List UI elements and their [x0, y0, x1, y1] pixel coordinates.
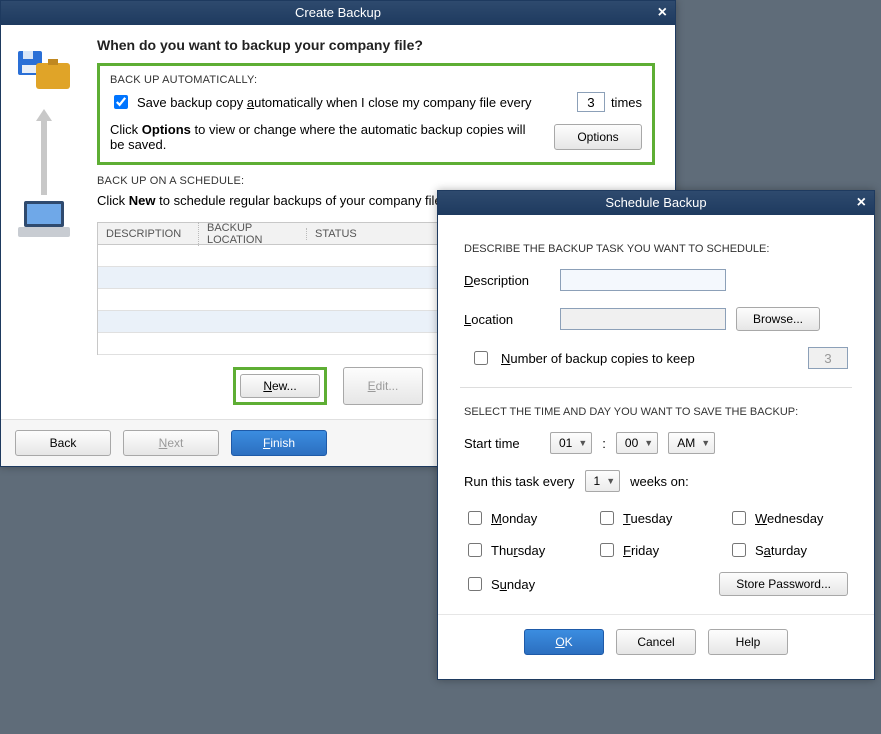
finish-button[interactable]: Finish	[231, 430, 327, 456]
time-section-title: SELECT THE TIME AND DAY YOU WANT TO SAVE…	[464, 406, 848, 418]
day-friday[interactable]: Friday	[596, 540, 714, 560]
schedule-section-label: BACK UP ON A SCHEDULE:	[97, 175, 655, 187]
create-backup-title: Create Backup	[295, 5, 381, 20]
close-icon[interactable]: ×	[857, 191, 866, 215]
start-time-label: Start time	[464, 436, 540, 451]
ampm-select[interactable]: AM▼	[668, 432, 715, 454]
ok-button[interactable]: OK	[524, 629, 604, 655]
chevron-down-icon: ▼	[606, 476, 615, 486]
options-button[interactable]: Options	[554, 124, 642, 150]
minute-select[interactable]: 00▼	[616, 432, 658, 454]
day-monday[interactable]: Monday	[464, 508, 582, 528]
day-wednesday[interactable]: Wednesday	[728, 508, 848, 528]
col-location: BACKUP LOCATION	[198, 222, 306, 246]
col-description: DESCRIPTION	[98, 228, 198, 240]
location-label: Location	[464, 312, 550, 327]
run-task-label: Run this task every	[464, 474, 575, 489]
describe-section-title: DESCRIBE THE BACKUP TASK YOU WANT TO SCH…	[464, 243, 848, 255]
num-copies-label: Number of backup copies to keep	[501, 351, 695, 366]
num-copies-input	[808, 347, 848, 369]
description-input[interactable]	[560, 269, 726, 291]
store-password-button[interactable]: Store Password...	[719, 572, 848, 596]
day-thursday[interactable]: Thursday	[464, 540, 582, 560]
chevron-down-icon: ▼	[578, 438, 587, 448]
day-tuesday[interactable]: Tuesday	[596, 508, 714, 528]
arrow-up-icon	[34, 107, 54, 197]
edit-button[interactable]: Edit...	[343, 367, 423, 405]
schedule-backup-title: Schedule Backup	[605, 195, 706, 210]
next-button[interactable]: Next	[123, 430, 219, 456]
cancel-button[interactable]: Cancel	[616, 629, 696, 655]
auto-backup-count-input[interactable]	[577, 92, 605, 112]
weeks-select[interactable]: 1▼	[585, 470, 621, 492]
schedule-backup-window: Schedule Backup × DESCRIBE THE BACKUP TA…	[437, 190, 875, 680]
chevron-down-icon: ▼	[644, 438, 653, 448]
new-button[interactable]: New...	[240, 374, 320, 398]
location-input[interactable]	[560, 308, 726, 330]
disk-briefcase-icon	[14, 45, 74, 101]
auto-backup-checkbox[interactable]	[114, 95, 128, 109]
description-label: Description	[464, 273, 550, 288]
day-saturday[interactable]: Saturday	[728, 540, 848, 560]
weeks-on-label: weeks on:	[630, 474, 689, 489]
help-button[interactable]: Help	[708, 629, 788, 655]
create-backup-titlebar: Create Backup ×	[1, 1, 675, 25]
browse-button[interactable]: Browse...	[736, 307, 820, 331]
laptop-icon	[14, 197, 74, 241]
back-button[interactable]: Back	[15, 430, 111, 456]
num-copies-checkbox[interactable]	[474, 351, 488, 365]
new-button-highlight: New...	[233, 367, 327, 405]
options-message: Click Options to view or change where th…	[110, 122, 534, 152]
chevron-down-icon: ▼	[701, 438, 710, 448]
close-icon[interactable]: ×	[658, 1, 667, 25]
auto-backup-section: BACK UP AUTOMATICALLY: Save backup copy …	[97, 63, 655, 165]
schedule-backup-titlebar: Schedule Backup ×	[438, 191, 874, 215]
auto-section-label: BACK UP AUTOMATICALLY:	[110, 74, 642, 86]
days-grid: Monday Tuesday Wednesday Thursday Friday…	[464, 508, 848, 596]
times-label: times	[611, 95, 642, 110]
wizard-illustration	[1, 33, 87, 419]
auto-backup-label: Save backup copy automatically when I cl…	[137, 95, 532, 110]
page-heading: When do you want to backup your company …	[97, 37, 655, 53]
hour-select[interactable]: 01▼	[550, 432, 592, 454]
schedule-footer: OK Cancel Help	[438, 614, 874, 665]
day-sunday[interactable]: Sunday	[464, 572, 582, 596]
